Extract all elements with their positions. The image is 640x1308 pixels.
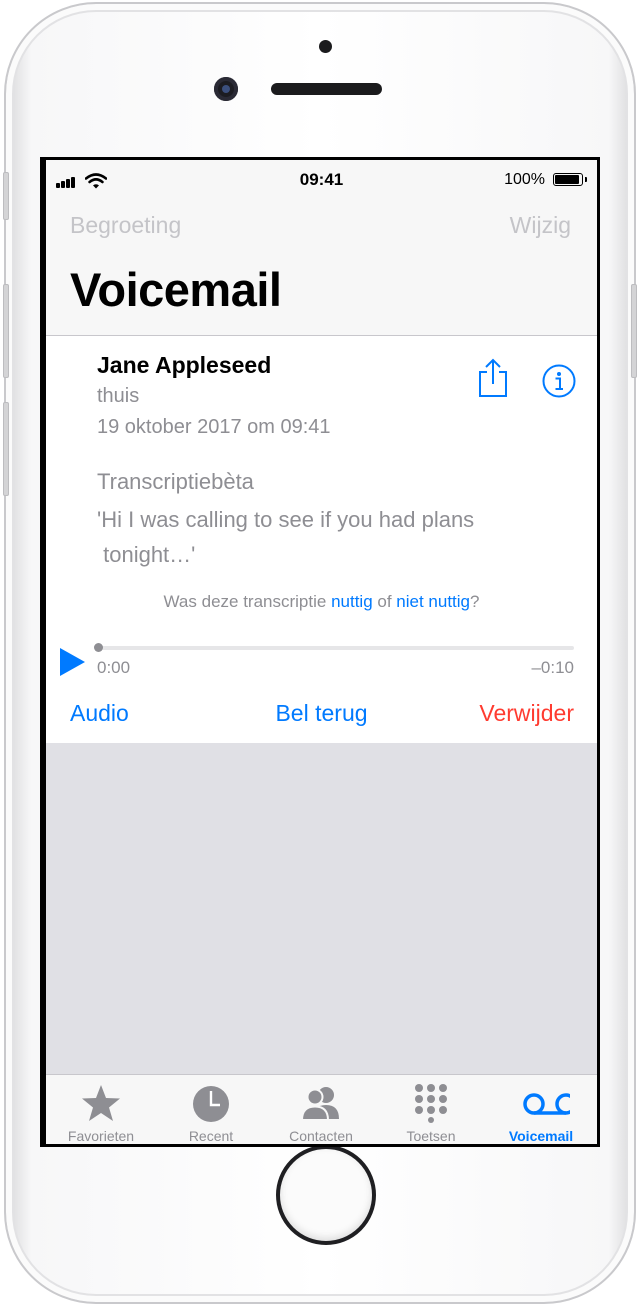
tab-label: Toetsen: [406, 1128, 456, 1144]
tab-recent[interactable]: Recent: [156, 1075, 266, 1144]
tab-bar: Favorieten Recent Contacten Toetsen Voic…: [46, 1074, 597, 1144]
screen: 09:41 100% Begroeting Wijzig Voicemail J…: [40, 157, 600, 1147]
transcription-feedback: Was deze transcriptie nuttig of niet nut…: [46, 592, 597, 612]
voicemail-icon: [523, 1093, 570, 1115]
scrubber-thumb[interactable]: [94, 643, 103, 652]
greeting-button[interactable]: Begroeting: [70, 212, 181, 239]
power-button: [631, 284, 637, 378]
not-useful-link[interactable]: niet nuttig: [396, 592, 470, 611]
contacts-icon: [301, 1087, 339, 1121]
playback-scrubber[interactable]: [97, 646, 574, 650]
volume-up-button: [3, 284, 9, 378]
proximity-sensor: [319, 40, 332, 53]
tab-label: Recent: [188, 1128, 234, 1144]
useful-link[interactable]: nuttig: [331, 592, 373, 611]
empty-area: [46, 743, 597, 1074]
status-bar: 09:41 100%: [46, 160, 597, 200]
tab-toetsen[interactable]: Toetsen: [376, 1075, 486, 1144]
tab-voicemail[interactable]: Voicemail: [486, 1075, 596, 1144]
info-icon[interactable]: [542, 364, 576, 398]
earpiece-speaker: [271, 83, 382, 95]
clock-icon: [193, 1086, 229, 1122]
keypad-icon: [415, 1084, 447, 1123]
phone-app: 09:41 100% Begroeting Wijzig Voicemail J…: [46, 160, 597, 1144]
play-icon[interactable]: [58, 647, 86, 677]
transcription-text: 'Hi I was calling to see if you had plan…: [97, 502, 547, 572]
feedback-suffix: ?: [470, 592, 480, 611]
battery-icon: [553, 173, 587, 186]
share-icon[interactable]: [476, 358, 510, 398]
transcription-line: 'Hi I was calling to see if you had plan…: [97, 507, 475, 532]
feedback-prefix: Was deze transcriptie: [163, 592, 332, 611]
voicemail-detail: Jane Appleseed thuis 19 oktober 2017 om …: [46, 336, 597, 743]
elapsed-time: 0:00: [97, 658, 131, 677]
volume-down-button: [3, 402, 9, 496]
front-camera: [214, 77, 238, 101]
star-icon: [82, 1085, 120, 1121]
battery-percentage: 100%: [504, 171, 545, 188]
home-button[interactable]: [276, 1145, 376, 1245]
tab-contacten[interactable]: Contacten: [266, 1075, 376, 1144]
delete-button[interactable]: Verwijder: [479, 700, 574, 727]
page-title: Voicemail: [70, 263, 282, 316]
voicemail-datetime: 19 oktober 2017 om 09:41: [97, 416, 331, 438]
transcription-line: tonight…': [97, 542, 196, 567]
tab-label: Favorieten: [67, 1128, 135, 1144]
tab-label: Contacten: [289, 1128, 353, 1144]
navigation-bar: Begroeting Wijzig Voicemail: [46, 200, 597, 336]
voicemail-actions: Audio Bel terug Verwijder: [46, 700, 597, 740]
caller-name: Jane Appleseed: [97, 352, 272, 378]
caller-label: thuis: [97, 385, 140, 407]
mute-switch: [3, 172, 9, 220]
remaining-time: –0:10: [531, 658, 574, 677]
tab-favorieten[interactable]: Favorieten: [46, 1075, 156, 1144]
tab-label: Voicemail: [508, 1128, 574, 1144]
transcription-title: Transcriptiebèta: [97, 469, 254, 494]
edit-button[interactable]: Wijzig: [510, 212, 571, 239]
feedback-middle: of: [372, 592, 397, 611]
